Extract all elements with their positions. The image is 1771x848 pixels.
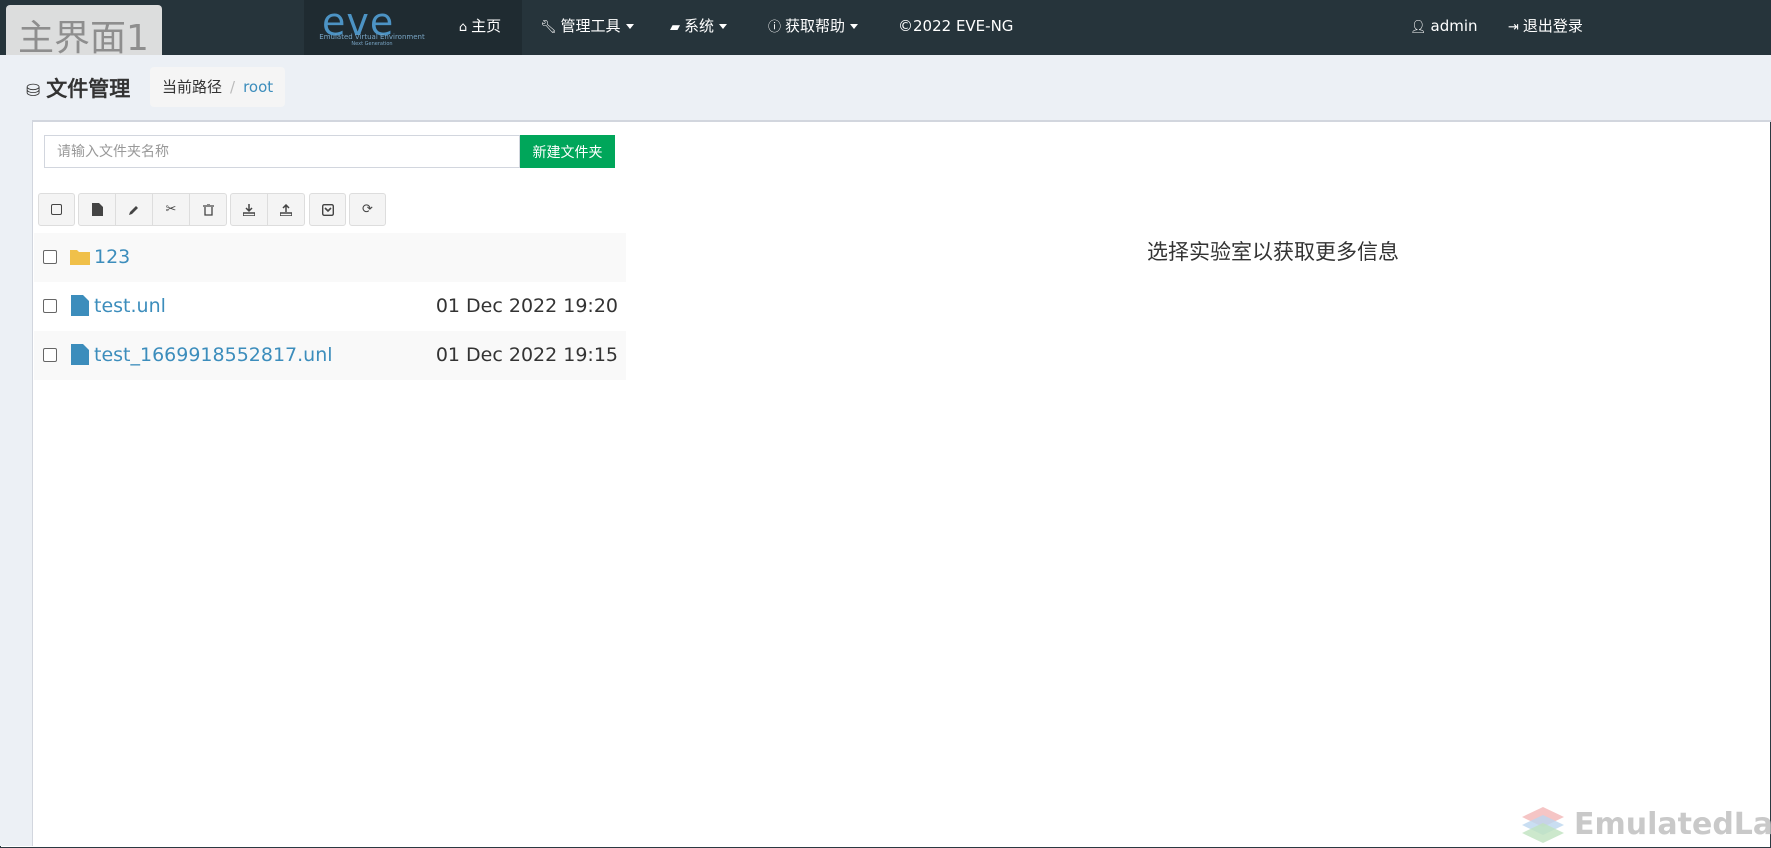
wrench-icon: 🔧︎ (540, 20, 557, 35)
rename-button[interactable] (115, 193, 153, 226)
new-lab-button[interactable] (78, 193, 116, 226)
nav-user[interactable]: 👤︎ admin (1410, 0, 1478, 55)
list-item-folder-123[interactable]: 123 (34, 233, 626, 282)
folder-icon (70, 250, 90, 265)
screen-label: 主界面1 (18, 18, 149, 59)
delete-button[interactable] (189, 193, 227, 226)
scissors-icon: ✂ (165, 202, 177, 217)
left-gutter (0, 120, 33, 846)
list-item-file-test[interactable]: test.unl 01 Dec 2022 19:20 (34, 282, 626, 331)
row-checkbox[interactable] (43, 299, 57, 313)
layers-logo-icon (1522, 807, 1564, 843)
nav-admin-tools[interactable]: 🔧︎ 管理工具 (540, 0, 634, 55)
lab-file-link[interactable]: test.unl (94, 294, 166, 318)
eve-logo[interactable]: eve Emulated Virtual Environment Next Ge… (304, 0, 438, 55)
caret-down-icon (719, 24, 728, 29)
row-checkbox[interactable] (43, 348, 57, 362)
archive-icon (321, 203, 334, 216)
pencil-icon (129, 205, 138, 215)
nav-logout[interactable]: ⇥ 退出登录 (1508, 0, 1583, 55)
info-icon: ⓘ (768, 20, 782, 35)
nav-admin-tools-label: 管理工具 (560, 17, 621, 35)
nav-system-label: 系统 (684, 17, 715, 35)
import-button[interactable] (230, 193, 268, 226)
watermark-text: EmulatedLab (1574, 807, 1771, 842)
archive-button[interactable] (309, 193, 346, 226)
top-navbar: eve Emulated Virtual Environment Next Ge… (0, 0, 1771, 55)
caret-down-icon (850, 24, 859, 29)
caret-down-icon (625, 24, 634, 29)
move-button[interactable]: ✂ (152, 193, 190, 226)
refresh-icon: ⟳ (362, 202, 373, 217)
nav-logout-label: 退出登录 (1522, 17, 1583, 35)
file-icon (91, 203, 103, 216)
trash-icon (202, 202, 214, 216)
page-title: ⛁ 文件管理 (26, 73, 130, 103)
list-item-file-test-timestamp[interactable]: test_1669918552817.unl 01 Dec 2022 19:15 (34, 331, 626, 380)
page-title-text: 文件管理 (46, 77, 131, 101)
breadcrumb-root-link[interactable]: root (243, 78, 273, 96)
file-icon (71, 295, 89, 316)
window-frame (0, 0, 1771, 848)
export-button[interactable] (267, 193, 305, 226)
nav-home-label: 主页 (471, 17, 502, 35)
breadcrumb-separator: / (230, 78, 236, 96)
brand-subtitle: Emulated Virtual Environment (319, 33, 425, 41)
refresh-button[interactable]: ⟳ (349, 193, 386, 226)
sitemap-icon: ⛁ (26, 81, 41, 101)
nav-help[interactable]: ⓘ 获取帮助 (768, 0, 859, 55)
lab-file-link[interactable]: test_1669918552817.unl (94, 343, 333, 367)
upload-icon (279, 203, 293, 217)
folder-name-input[interactable] (44, 135, 520, 168)
checkbox-icon (51, 204, 62, 215)
nav-copyright[interactable]: ©2022 EVE-NG (898, 0, 1013, 55)
item-date: 01 Dec 2022 19:20 (435, 295, 618, 317)
item-date: 01 Dec 2022 19:15 (435, 344, 618, 366)
book-icon: ▰ (670, 20, 680, 35)
file-icon (71, 344, 89, 365)
nav-help-label: 获取帮助 (785, 17, 846, 35)
lab-info-message: 选择实验室以获取更多信息 (1147, 240, 1399, 264)
nav-home[interactable]: ⌂ 主页 (438, 0, 522, 55)
nav-system[interactable]: ▰ 系统 (670, 0, 728, 55)
folder-name-link[interactable]: 123 (94, 245, 130, 269)
breadcrumb-label: 当前路径 (162, 78, 223, 96)
nav-user-label: admin (1430, 17, 1478, 35)
content-divider (32, 120, 1771, 122)
row-checkbox[interactable] (43, 250, 57, 264)
brand-subtitle-2: Next Generation (351, 41, 393, 47)
breadcrumb: 当前路径 / root (150, 67, 286, 107)
download-icon (242, 203, 256, 217)
new-folder-button[interactable]: 新建文件夹 (520, 135, 615, 168)
sign-out-icon: ⇥ (1508, 20, 1519, 35)
user-icon: 👤︎ (1410, 20, 1427, 35)
home-icon: ⌂ (458, 20, 468, 35)
select-all-button[interactable] (38, 193, 75, 226)
